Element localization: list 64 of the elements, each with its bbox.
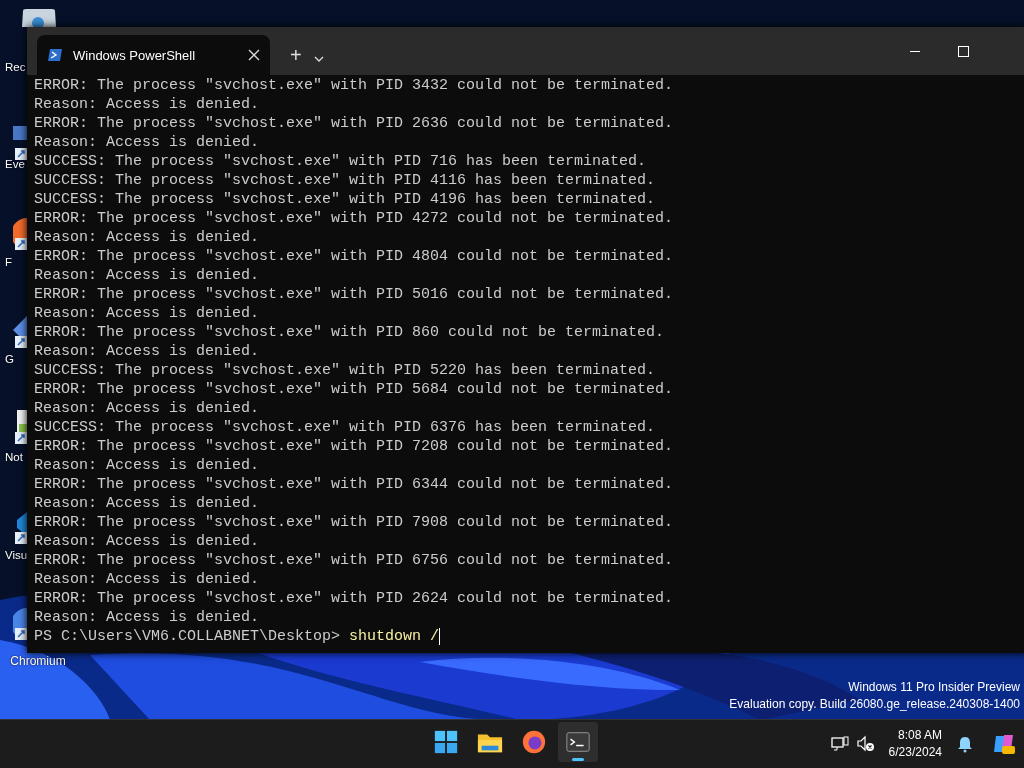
terminal-line: SUCCESS: The process "svchost.exe" with PID 4116 has been terminated.: [34, 171, 656, 190]
maximize-icon: [957, 45, 969, 57]
desktop-icon-label: Eve: [5, 157, 25, 171]
app-icon[interactable]: [13, 126, 27, 160]
prompt-text: PS C:\Users\VM6.COLLABNET\Desktop>: [34, 627, 341, 646]
terminal-tab[interactable]: Windows PowerShell: [37, 35, 270, 75]
terminal-line: ERROR: The process "svchost.exe" with PID 3432 could not be terminated.: [34, 76, 674, 95]
network-icon[interactable]: [830, 735, 849, 754]
terminal-line: SUCCESS: The process "svchost.exe" with PID 6376 has been terminated.: [34, 418, 656, 437]
recycle-bin-icon[interactable]: [20, 8, 57, 27]
desktop-icon-label: Not: [5, 450, 23, 464]
desktop-icon-label: F: [5, 255, 13, 269]
terminal-line: SUCCESS: The process "svchost.exe" with PID 4196 has been terminated.: [34, 190, 656, 209]
round-app-icon[interactable]: [13, 216, 27, 250]
terminal-line: SUCCESS: The process "svchost.exe" with PID 5220 has been terminated.: [34, 361, 656, 380]
terminal-line: Reason: Access is denied.: [34, 608, 260, 627]
minimize-icon: [910, 50, 920, 52]
terminal-line: ERROR: The process "svchost.exe" with PID 7908 could not be terminated.: [34, 513, 674, 532]
close-icon[interactable]: [248, 49, 260, 61]
terminal-line: SUCCESS: The process "svchost.exe" with PID 716 has been terminated.: [34, 152, 647, 171]
terminal-line: ERROR: The process "svchost.exe" with PID 4804 could not be terminated.: [34, 247, 674, 266]
terminal-line: Reason: Access is denied.: [34, 133, 260, 152]
terminal-line: Reason: Access is denied.: [34, 494, 260, 513]
diamond-app-icon[interactable]: [13, 314, 27, 348]
code-app-icon[interactable]: [13, 510, 27, 544]
desktop-icon-label: Visu: [5, 548, 28, 562]
terminal-line: ERROR: The process "svchost.exe" with PID 2624 could not be terminated.: [34, 589, 674, 608]
volume-muted-icon[interactable]: [856, 735, 875, 754]
desktop-icon-label: Rec: [5, 60, 26, 74]
terminal-line: Reason: Access is denied.: [34, 266, 260, 285]
notepad-icon[interactable]: [13, 410, 27, 444]
terminal-line: Reason: Access is denied.: [34, 95, 260, 114]
powershell-icon: [47, 47, 63, 63]
desktop-icon-label: G: [5, 352, 14, 366]
taskbar-terminal-button[interactable]: [558, 722, 598, 763]
terminal-line: Reason: Access is denied.: [34, 532, 260, 551]
clock-time[interactable]: 8:08 AM: [897, 727, 942, 745]
caret-icon: [313, 56, 324, 62]
terminal-line: Reason: Access is denied.: [34, 570, 260, 589]
terminal-line: ERROR: The process "svchost.exe" with PID 5684 could not be terminated.: [34, 380, 674, 399]
terminal-line: Reason: Access is denied.: [34, 456, 260, 475]
terminal-line: ERROR: The process "svchost.exe" with PID 860 could not be terminated.: [34, 323, 665, 342]
terminal-line: ERROR: The process "svchost.exe" with PID 5016 could not be terminated.: [34, 285, 674, 304]
terminal-line: Reason: Access is denied.: [34, 228, 260, 247]
grid-icon: [433, 729, 459, 756]
watermark-text: Windows 11 Pro Insider Preview: [848, 679, 1020, 697]
terminal-line: ERROR: The process "svchost.exe" with PID 6756 could not be terminated.: [34, 551, 674, 570]
terminal-line: ERROR: The process "svchost.exe" with PID 2636 could not be terminated.: [34, 114, 674, 133]
terminal-line: Reason: Access is denied.: [34, 399, 260, 418]
browser-icon[interactable]: [13, 606, 27, 640]
watermark-text: Evaluation copy. Build 26080.ge_release.240308-1400: [729, 696, 1020, 714]
terminal-line: ERROR: The process "svchost.exe" with PID 6344 could not be terminated.: [34, 475, 674, 494]
text-cursor: [439, 628, 441, 645]
new-tab-button[interactable]: +: [284, 42, 308, 69]
clock-date[interactable]: 6/23/2024: [888, 744, 942, 762]
terminal-line: ERROR: The process "svchost.exe" with PID 7208 could not be terminated.: [34, 437, 674, 456]
globe-icon: [521, 729, 547, 756]
terminal-line: Reason: Access is denied.: [34, 304, 260, 323]
terminal-line: ERROR: The process "svchost.exe" with PID 4272 could not be terminated.: [34, 209, 674, 228]
bell-icon[interactable]: [956, 735, 974, 754]
command-text: shutdown /: [349, 627, 440, 646]
desktop-icon-label: Chromium: [9, 654, 67, 668]
terminal-line: Reason: Access is denied.: [34, 342, 260, 361]
copilot-icon[interactable]: [992, 732, 1016, 757]
